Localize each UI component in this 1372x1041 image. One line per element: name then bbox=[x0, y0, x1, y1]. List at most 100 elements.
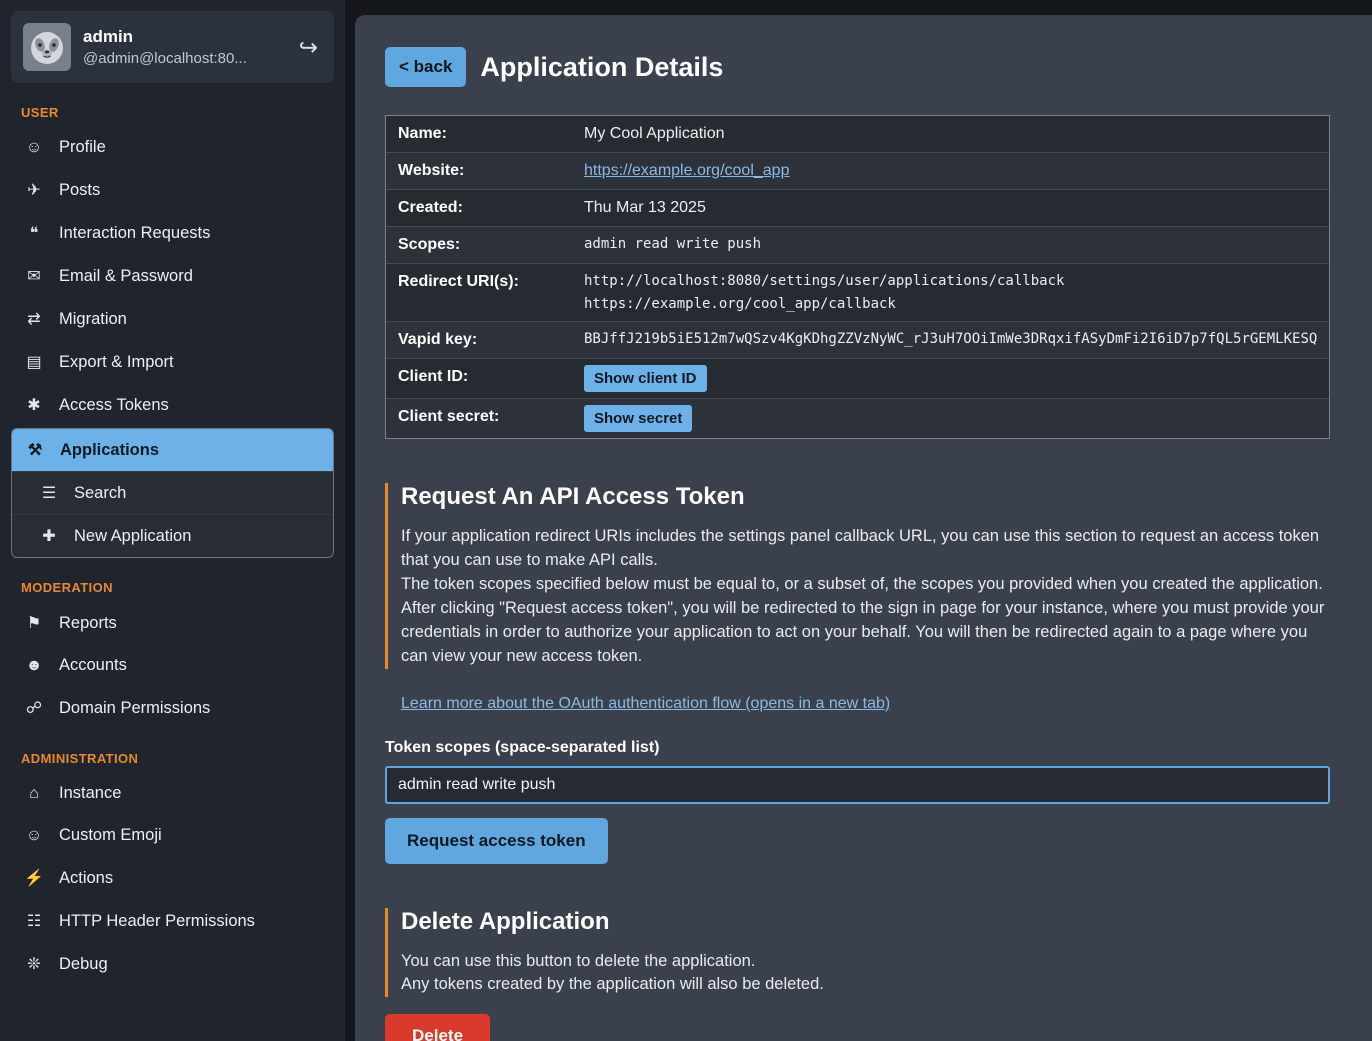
applications-group: ⚒ Applications ☰ Search ✚ New Applicatio… bbox=[11, 428, 334, 558]
token-scopes-input[interactable] bbox=[385, 766, 1330, 804]
users-icon: ☻ bbox=[24, 657, 44, 675]
speech-bubble-icon: ❝ bbox=[24, 223, 44, 243]
row-label: Created: bbox=[386, 190, 576, 226]
oauth-docs-link[interactable]: Learn more about the OAuth authenticatio… bbox=[401, 695, 890, 713]
request-token-section: Request An API Access Token If your appl… bbox=[385, 483, 1330, 669]
sidebar-item-label: Access Tokens bbox=[59, 396, 169, 415]
request-access-token-button[interactable]: Request access token bbox=[385, 818, 608, 864]
table-row-name: Name: My Cool Application bbox=[386, 116, 1329, 153]
bug-icon: ❊ bbox=[24, 954, 44, 974]
user-name: admin bbox=[83, 27, 247, 47]
sitemap-icon: ⌂ bbox=[24, 785, 44, 803]
sidebar-item-http-header-permissions[interactable]: ☷ HTTP Header Permissions bbox=[11, 900, 334, 942]
sidebar-item-label: Interaction Requests bbox=[59, 224, 210, 243]
sidebar-item-custom-emoji[interactable]: ☺ Custom Emoji bbox=[11, 815, 334, 856]
table-row-created: Created: Thu Mar 13 2025 bbox=[386, 190, 1329, 227]
row-label: Website: bbox=[386, 153, 576, 189]
sidebar-item-migration[interactable]: ⇄ Migration bbox=[11, 298, 334, 340]
asterisk-icon: ✱ bbox=[24, 395, 44, 415]
section-label-administration: ADMINISTRATION bbox=[21, 751, 324, 766]
user-handle: @admin@localhost:80... bbox=[83, 50, 247, 67]
show-secret-button[interactable]: Show secret bbox=[584, 405, 692, 432]
sidebar-item-label: Migration bbox=[59, 310, 127, 329]
sidebar-item-label: Applications bbox=[60, 441, 159, 460]
sidebar-item-label: New Application bbox=[74, 527, 191, 546]
request-token-paragraph-2: The token scopes specified below must be… bbox=[401, 573, 1330, 597]
sidebar-item-label: Export & Import bbox=[59, 353, 174, 372]
request-token-paragraph-3: After clicking "Request access token", y… bbox=[401, 597, 1330, 669]
arrows-icon: ⇄ bbox=[24, 309, 44, 329]
sidebar-item-applications-search[interactable]: ☰ Search bbox=[12, 471, 333, 514]
sidebar-item-new-application[interactable]: ✚ New Application bbox=[12, 514, 333, 557]
page-header: < back Application Details bbox=[385, 47, 1330, 87]
redirect-uri-1: http://localhost:8080/settings/user/appl… bbox=[584, 273, 1064, 289]
delete-line-1: You can use this button to delete the ap… bbox=[401, 950, 1330, 974]
share-nodes-icon: ☍ bbox=[24, 698, 44, 718]
request-token-title: Request An API Access Token bbox=[401, 483, 1330, 511]
sidebar-item-profile[interactable]: ☺ Profile bbox=[11, 127, 334, 168]
list-icon: ☰ bbox=[39, 483, 59, 503]
delete-application-title: Delete Application bbox=[401, 908, 1330, 936]
sidebar-item-posts[interactable]: ✈ Posts bbox=[11, 169, 334, 211]
table-row-redirect-uris: Redirect URI(s): http://localhost:8080/s… bbox=[386, 264, 1329, 322]
row-label: Client secret: bbox=[386, 399, 576, 435]
sidebar-item-label: Accounts bbox=[59, 656, 127, 675]
row-label: Vapid key: bbox=[386, 322, 576, 358]
profile-icon: ☺ bbox=[24, 139, 44, 157]
token-scopes-label: Token scopes (space-separated list) bbox=[385, 739, 1330, 757]
smiley-icon: ☺ bbox=[24, 827, 44, 845]
sidebar-item-accounts[interactable]: ☻ Accounts bbox=[11, 645, 334, 686]
row-label: Redirect URI(s): bbox=[386, 264, 576, 300]
row-value: My Cool Application bbox=[576, 116, 733, 152]
sidebar-item-access-tokens[interactable]: ✱ Access Tokens bbox=[11, 384, 334, 426]
table-row-website: Website: https://example.org/cool_app bbox=[386, 153, 1329, 190]
application-details-table: Name: My Cool Application Website: https… bbox=[385, 115, 1330, 439]
row-label: Client ID: bbox=[386, 359, 576, 395]
table-row-client-id: Client ID: Show client ID bbox=[386, 359, 1329, 399]
back-button[interactable]: < back bbox=[385, 47, 466, 87]
user-card: admin @admin@localhost:80... ↪ bbox=[11, 11, 334, 83]
sidebar-item-label: Email & Password bbox=[59, 267, 193, 286]
sidebar-item-email-password[interactable]: ✉ Email & Password bbox=[11, 255, 334, 297]
show-client-id-button[interactable]: Show client ID bbox=[584, 365, 707, 392]
sidebar-item-reports[interactable]: ⚑ Reports bbox=[11, 602, 334, 644]
sidebar-item-label: Search bbox=[74, 484, 126, 503]
sidebar-item-label: Actions bbox=[59, 869, 113, 888]
user-meta: admin @admin@localhost:80... bbox=[83, 27, 247, 67]
sidebar-item-debug[interactable]: ❊ Debug bbox=[11, 943, 334, 985]
avatar bbox=[23, 23, 71, 71]
request-token-paragraph-1: If your application redirect URIs includ… bbox=[401, 525, 1330, 573]
row-value: admin read write push bbox=[576, 227, 769, 261]
sidebar-item-instance[interactable]: ⌂ Instance bbox=[11, 773, 334, 814]
bolt-icon: ⚡ bbox=[24, 868, 44, 888]
sidebar-item-label: Posts bbox=[59, 181, 100, 200]
sidebar-item-label: HTTP Header Permissions bbox=[59, 912, 255, 931]
envelope-icon: ✉ bbox=[24, 266, 44, 286]
sidebar-item-label: Domain Permissions bbox=[59, 699, 210, 718]
redirect-uri-2: https://example.org/cool_app/callback bbox=[584, 296, 1064, 312]
sidebar: admin @admin@localhost:80... ↪ USER ☺ Pr… bbox=[0, 0, 345, 1041]
sidebar-item-interaction-requests[interactable]: ❝ Interaction Requests bbox=[11, 212, 334, 254]
row-label: Name: bbox=[386, 116, 576, 152]
sidebar-item-label: Debug bbox=[59, 955, 108, 974]
section-label-moderation: MODERATION bbox=[21, 580, 324, 595]
sidebar-item-applications[interactable]: ⚒ Applications bbox=[12, 429, 333, 471]
main-panel: < back Application Details Name: My Cool… bbox=[355, 15, 1372, 1041]
sidebar-item-export-import[interactable]: ▤ Export & Import bbox=[11, 341, 334, 383]
row-label: Scopes: bbox=[386, 227, 576, 263]
row-value: Thu Mar 13 2025 bbox=[576, 190, 714, 226]
delete-button[interactable]: Delete bbox=[385, 1014, 490, 1041]
paper-plane-icon: ✈ bbox=[24, 180, 44, 200]
table-row-vapid-key: Vapid key: BBJffJ219b5iE512m7wQSzv4KgKDh… bbox=[386, 322, 1329, 359]
delete-application-section: Delete Application You can use this butt… bbox=[385, 908, 1330, 998]
header-lines-icon: ☷ bbox=[24, 911, 44, 931]
logout-icon[interactable]: ↪ bbox=[295, 32, 322, 63]
website-link[interactable]: https://example.org/cool_app bbox=[584, 162, 789, 179]
plus-icon: ✚ bbox=[39, 526, 59, 546]
page-title: Application Details bbox=[480, 52, 723, 83]
delete-line-2: Any tokens created by the application wi… bbox=[401, 973, 1330, 997]
row-value: BBJffJ219b5iE512m7wQSzv4KgKDhgZZVzNyWC_r… bbox=[576, 322, 1325, 356]
sidebar-item-label: Instance bbox=[59, 784, 121, 803]
sidebar-item-actions[interactable]: ⚡ Actions bbox=[11, 857, 334, 899]
sidebar-item-domain-permissions[interactable]: ☍ Domain Permissions bbox=[11, 687, 334, 729]
